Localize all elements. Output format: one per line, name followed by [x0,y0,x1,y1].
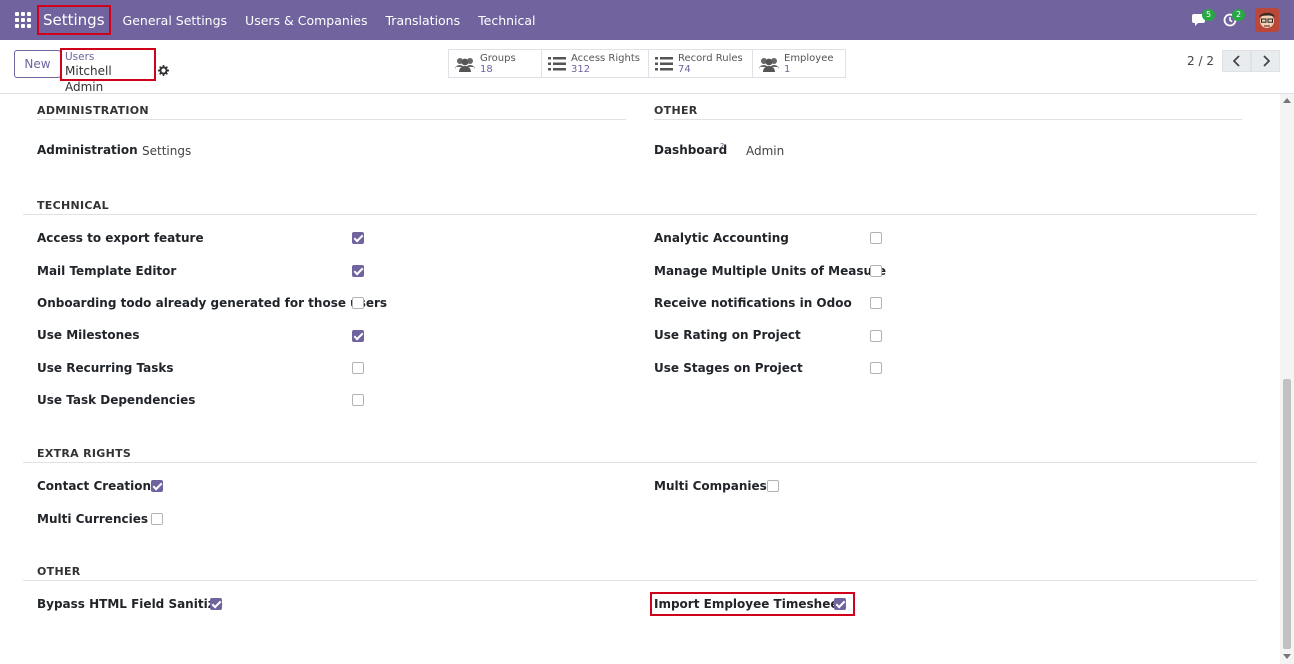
notifications-in-odoo-checkbox[interactable] [870,297,882,309]
field-label: Manage Multiple Units of Measure [654,264,887,278]
menu-users-companies[interactable]: Users & Companies [245,13,367,28]
section-divider [23,580,1257,581]
field-label: Access to export feature [37,231,204,245]
field-label: Receive notifications in Odoo [654,296,852,310]
multi-companies-checkbox[interactable] [767,480,779,492]
field-label: Use Task Dependencies [37,393,196,407]
contact-creation-checkbox[interactable] [151,480,163,492]
gear-icon[interactable] [158,65,169,76]
breadcrumb-current: Mitchell Admin [65,64,112,94]
section-divider [23,462,1257,463]
field-label: Bypass HTML Field Sanitize [37,597,223,611]
section-title-administration: ADMINISTRATION [37,104,149,117]
field-label: Use Stages on Project [654,361,803,375]
smart-button-value: 74 [678,63,691,75]
section-title-other: OTHER [654,104,698,117]
pager-next-button[interactable] [1251,50,1280,72]
use-task-dependencies-checkbox[interactable] [352,394,364,406]
smart-button-label: Groups [480,52,516,64]
mail-template-editor-checkbox[interactable] [352,265,364,277]
field-label: Multi Currencies [37,512,148,526]
users-icon [455,57,475,72]
groups-smart-button[interactable]: Groups 18 [449,50,542,77]
dashboard-select[interactable]: Admin [746,144,784,158]
apps-menu-icon[interactable] [15,12,31,28]
field-label: Import Employee Timesheet [654,597,845,611]
menu-translations[interactable]: Translations [386,13,461,28]
scroll-up-arrow-icon[interactable] [1283,98,1291,103]
control-panel: New Users Mitchell Admin Groups 18 Acces… [0,40,1294,94]
smart-button-value: 1 [784,63,791,75]
onboarding-todo-checkbox[interactable] [352,297,364,309]
field-label: Use Rating on Project [654,328,801,342]
stages-on-project-checkbox[interactable] [870,362,882,374]
smart-button-label: Access Rights [571,52,640,64]
help-tooltip-icon[interactable]: ? [720,142,724,151]
menu-general-settings[interactable]: General Settings [123,13,228,28]
section-divider [654,119,1242,120]
smart-button-label: Employee [784,52,834,64]
chevron-right-icon [1262,55,1270,67]
access-export-checkbox[interactable] [352,232,364,244]
section-divider [37,119,626,120]
section-title-other: OTHER [37,565,81,578]
use-recurring-tasks-checkbox[interactable] [352,362,364,374]
rating-on-project-checkbox[interactable] [870,330,882,342]
field-label: Onboarding todo already generated for th… [37,296,388,310]
app-name[interactable]: Settings [37,5,111,35]
user-avatar[interactable] [1255,8,1279,32]
field-label: Use Recurring Tasks [37,361,174,375]
bypass-html-sanitize-checkbox[interactable] [210,598,222,610]
list-icon [548,56,566,70]
users-icon [759,57,779,72]
multiple-uom-checkbox[interactable] [870,265,882,277]
systray: 5 2 [1185,0,1279,40]
employee-smart-button[interactable]: Employee 1 [753,50,845,77]
analytic-accounting-checkbox[interactable] [870,232,882,244]
smart-button-value: 312 [571,63,591,75]
use-milestones-checkbox[interactable] [352,330,364,342]
breadcrumb-parent-link[interactable]: Users [65,51,151,63]
new-button[interactable]: New [14,50,61,78]
field-label: Analytic Accounting [654,231,789,245]
messages-count-badge: 5 [1202,9,1216,21]
field-label: Contact Creation [37,479,152,493]
field-label: Mail Template Editor [37,264,177,278]
activity-menu[interactable]: 2 [1215,0,1246,40]
menu-technical[interactable]: Technical [478,13,535,28]
list-icon [655,56,673,70]
smart-buttons: Groups 18 Access Rights 312 Record Rules… [448,49,846,78]
scroll-thumb[interactable] [1283,379,1291,649]
form-sheet: ADMINISTRATION Administration Settings O… [0,94,1280,664]
activities-count-badge: 2 [1232,9,1246,21]
administration-select[interactable]: Settings [142,144,191,158]
section-title-extra-rights: EXTRA RIGHTS [37,447,132,460]
section-divider [23,214,1257,215]
chevron-left-icon [1232,55,1240,67]
scroll-down-arrow-icon[interactable] [1283,654,1291,659]
field-label: Use Milestones [37,328,140,342]
record-rules-smart-button[interactable]: Record Rules 74 [649,50,753,77]
vertical-scrollbar[interactable] [1280,94,1294,664]
dashboard-label: Dashboard [654,143,728,157]
pager-previous-button[interactable] [1222,50,1251,72]
pager: 2 / 2 [1187,50,1280,72]
top-navbar: Settings General Settings Users & Compan… [0,0,1294,40]
messaging-menu[interactable]: 5 [1185,0,1216,40]
smart-button-value: 18 [480,63,493,75]
field-label: Multi Companies [654,479,767,493]
breadcrumb: Users Mitchell Admin [60,48,156,94]
pager-value[interactable]: 2 / 2 [1187,54,1214,68]
administration-label: Administration [37,143,138,157]
access-rights-smart-button[interactable]: Access Rights 312 [542,50,649,77]
multi-currencies-checkbox[interactable] [151,513,163,525]
smart-button-label: Record Rules [678,52,743,64]
section-title-technical: TECHNICAL [37,199,109,212]
import-employee-timesheet-checkbox[interactable] [834,598,846,610]
